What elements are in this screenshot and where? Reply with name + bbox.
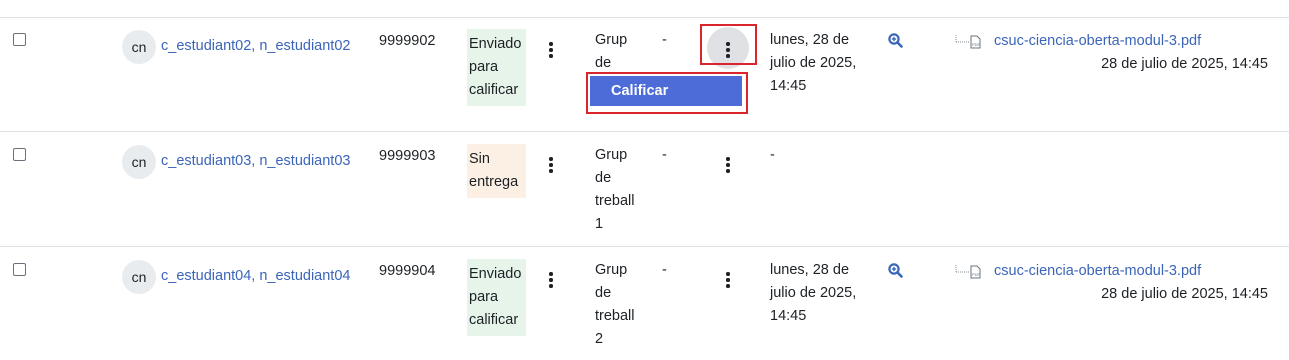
status-badge: Enviado para calificar xyxy=(467,259,526,336)
status-actions-menu-icon[interactable] xyxy=(548,157,554,173)
pdf-file-icon: PDF xyxy=(955,35,981,49)
grade-actions-menu-icon[interactable] xyxy=(725,157,731,173)
svg-text:PDF: PDF xyxy=(972,272,981,277)
file-date: 28 de julio de 2025, 14:45 xyxy=(1101,56,1268,72)
id-number: 9999904 xyxy=(379,263,436,279)
svg-text:PDF: PDF xyxy=(972,42,981,47)
student-name-link[interactable]: c_estudiant02, n_estudiant02 xyxy=(161,38,350,54)
zoom-icon[interactable] xyxy=(888,33,903,48)
select-checkbox[interactable] xyxy=(13,263,26,276)
avatar: cn xyxy=(122,260,156,294)
id-number: 9999903 xyxy=(379,148,436,164)
grade-actions-menu-icon[interactable] xyxy=(725,272,731,288)
row-divider xyxy=(0,131,1289,132)
avatar: cn xyxy=(122,30,156,64)
last-modified-date: lunes, 28 de julio de 2025, 14:45 xyxy=(770,262,857,324)
zoom-icon[interactable] xyxy=(888,263,903,278)
group-name: Grup de treball 1 xyxy=(595,147,635,232)
file-link[interactable]: csuc-ciencia-oberta-modul-3.pdf xyxy=(994,263,1201,279)
status-actions-menu-icon[interactable] xyxy=(548,42,554,58)
file-link[interactable]: csuc-ciencia-oberta-modul-3.pdf xyxy=(994,33,1201,49)
student-name-link[interactable]: c_estudiant03, n_estudiant03 xyxy=(161,153,350,169)
select-checkbox[interactable] xyxy=(13,148,26,161)
file-date: 28 de julio de 2025, 14:45 xyxy=(1101,286,1268,302)
student-name-link[interactable]: c_estudiant04, n_estudiant04 xyxy=(161,268,350,284)
status-badge: Sin entrega xyxy=(467,144,526,198)
group-name: Grup de treball 2 xyxy=(595,262,635,347)
grade-value: - xyxy=(662,147,667,163)
status-actions-menu-icon[interactable] xyxy=(548,272,554,288)
highlight-box xyxy=(700,24,757,65)
pdf-file-icon: PDF xyxy=(955,265,981,279)
table-top-border xyxy=(0,17,1289,18)
select-checkbox[interactable] xyxy=(13,33,26,46)
highlight-box xyxy=(586,72,748,114)
id-number: 9999902 xyxy=(379,33,436,49)
grade-value: - xyxy=(662,262,667,278)
avatar: cn xyxy=(122,145,156,179)
row-divider xyxy=(0,246,1289,247)
last-modified-date: lunes, 28 de julio de 2025, 14:45 xyxy=(770,32,857,94)
last-modified-date: - xyxy=(770,147,775,163)
status-badge: Enviado para calificar xyxy=(467,29,526,106)
grade-value: - xyxy=(662,32,667,48)
group-name: Grup de xyxy=(595,32,628,71)
